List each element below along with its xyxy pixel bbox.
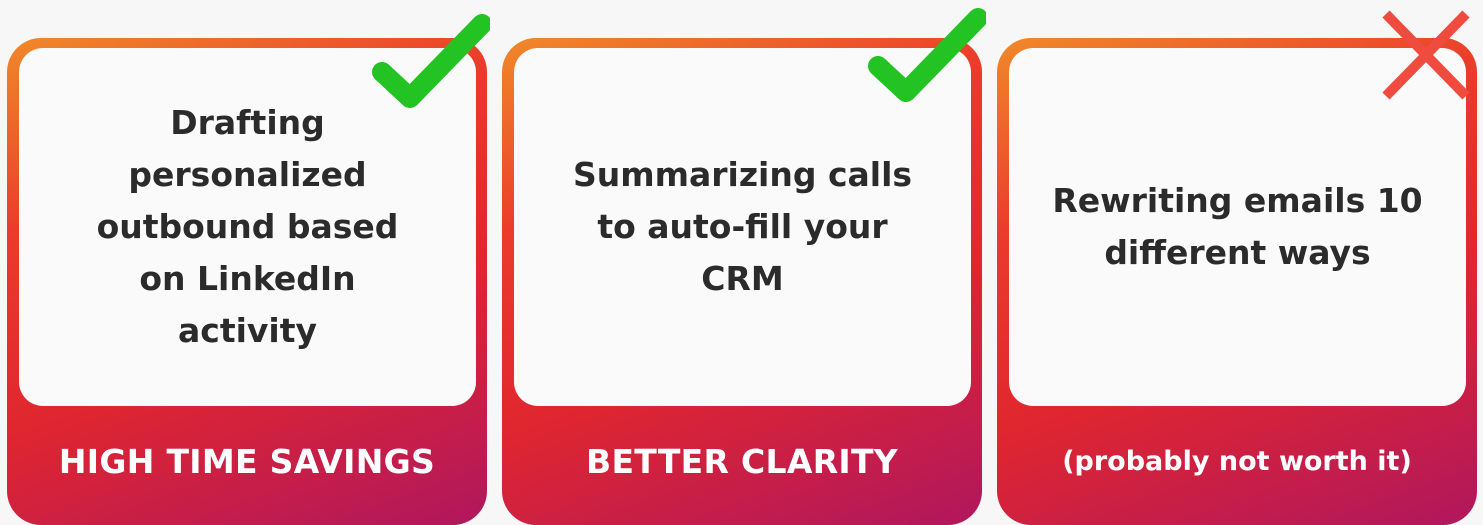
cross-icon [1382, 10, 1470, 100]
card-description: Rewriting emails 10 different ways [1052, 181, 1423, 272]
card-description: Drafting personalized outbound based on … [96, 103, 399, 350]
card-label: HIGH TIME SAVINGS [58, 441, 436, 481]
card-high-time-savings: Drafting personalized outbound based on … [7, 38, 487, 525]
card-label: BETTER CLARITY [586, 441, 898, 481]
check-icon [868, 8, 986, 102]
card-description: Summarizing calls to auto-fill your CRM [572, 155, 913, 298]
check-icon [372, 14, 490, 108]
card-not-worth-it: Rewriting emails 10 different ways (prob… [997, 38, 1477, 525]
card-better-clarity: Summarizing calls to auto-fill your CRM … [502, 38, 982, 525]
card-label: (probably not worth it) [1062, 445, 1412, 477]
